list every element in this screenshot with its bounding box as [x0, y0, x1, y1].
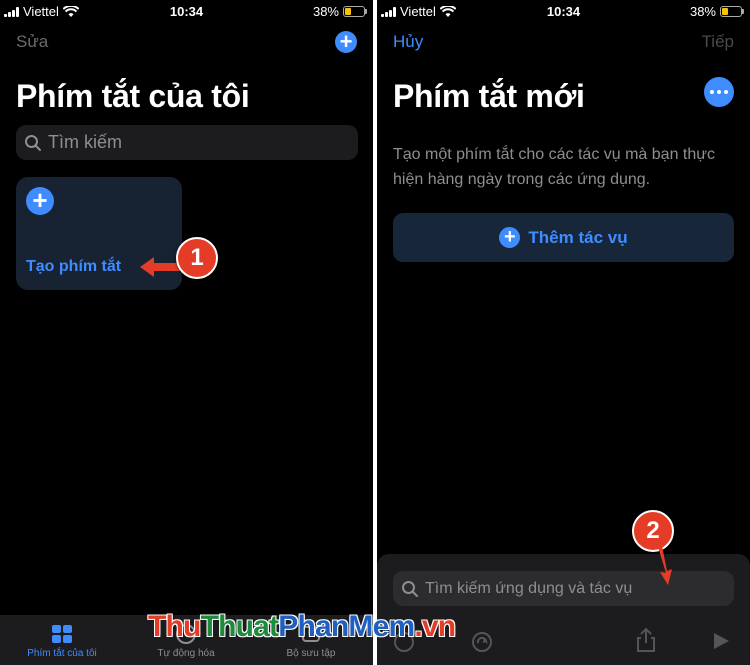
page-title: Phím tắt của tôi [16, 78, 250, 114]
edit-button[interactable]: Sửa [16, 32, 48, 52]
plus-icon: + [499, 227, 521, 248]
create-shortcut-label: Tạo phím tắt [26, 258, 122, 275]
more-options-button[interactable] [704, 77, 734, 107]
tab-label: Phím tắt của tôi [27, 648, 97, 659]
next-button[interactable]: Tiếp [702, 32, 734, 52]
my-shortcuts-screen: Viettel 10:34 38% Sửa + Phím tắt của tôi… [0, 0, 373, 665]
new-shortcut-screen: Viettel 10:34 38% Hủy Tiếp Phím tắt mới … [377, 0, 750, 665]
add-shortcut-plus-icon[interactable]: + [335, 31, 357, 53]
arrow-pointer-2 [658, 546, 672, 585]
search-icon [402, 580, 418, 597]
page-title: Phím tắt mới [393, 78, 585, 114]
add-action-button[interactable]: + Thêm tác vụ [393, 213, 734, 262]
description-text: Tạo một phím tắt cho các tác vụ mà bạn t… [393, 146, 715, 188]
status-bar: Viettel 10:34 38% [377, 0, 750, 24]
search-icon [25, 134, 41, 151]
tab-label: Bộ sưu tập [286, 648, 336, 659]
status-bar: Viettel 10:34 38% [0, 0, 373, 24]
battery-icon [343, 6, 367, 17]
battery-percent: 38% [689, 4, 716, 19]
tab-label: Tự động hóa [157, 648, 215, 659]
watermark-logo: ThuThuatPhanMem.vn [148, 610, 456, 643]
battery-icon [720, 6, 744, 17]
tab-my-shortcuts[interactable]: Phím tắt của tôi [0, 623, 124, 659]
cancel-button[interactable]: Hủy [393, 32, 423, 52]
search-placeholder: Tìm kiếm [48, 132, 122, 152]
add-action-label: Thêm tác vụ [528, 227, 628, 247]
search-field[interactable]: Tìm kiếm [16, 125, 358, 160]
grid-icon [52, 625, 72, 643]
share-icon[interactable] [635, 627, 657, 653]
play-icon[interactable] [711, 631, 731, 651]
redo-icon[interactable] [471, 631, 493, 653]
action-search-field[interactable]: Tìm kiếm ứng dụng và tác vụ [393, 571, 734, 606]
action-search-placeholder: Tìm kiếm ứng dụng và tác vụ [425, 579, 633, 597]
plus-icon: + [26, 187, 54, 215]
step-badge-1: 1 [176, 237, 218, 279]
battery-percent: 38% [312, 4, 339, 19]
more-dots-icon [710, 90, 714, 94]
